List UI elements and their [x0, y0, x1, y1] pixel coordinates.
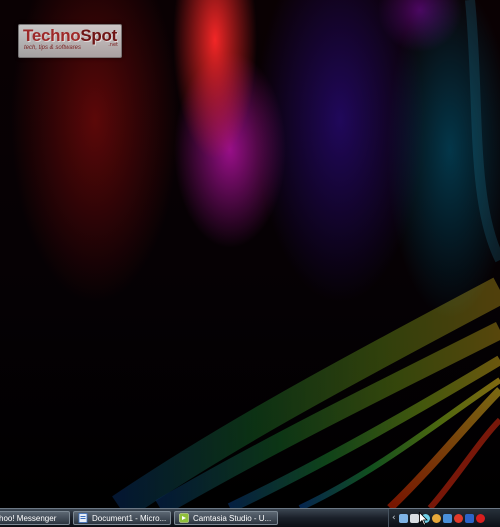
taskbar-button-camtasia[interactable]: Camtasia Studio - U...	[174, 511, 278, 525]
opera-icon[interactable]	[453, 513, 463, 523]
tray-expand-chevron-icon[interactable]: ‹	[392, 513, 396, 523]
volume-icon[interactable]	[409, 513, 419, 523]
watermark-net: .net	[108, 42, 118, 48]
desktop-wallpaper: TechnoSpot .net tech, tips & softwares	[0, 0, 500, 508]
taskbar-button-label: Camtasia Studio - U...	[193, 513, 272, 523]
display-icon[interactable]	[464, 513, 474, 523]
shield-icon[interactable]	[442, 513, 452, 523]
network-icon[interactable]	[398, 513, 408, 523]
taskbar-button-label: Document1 - Micro...	[92, 513, 167, 523]
taskbar-button-label: hoo! Messenger	[0, 513, 57, 523]
technospot-watermark: TechnoSpot .net tech, tips & softwares	[18, 24, 122, 58]
taskbar-button-document1[interactable]: Document1 - Micro...	[73, 511, 171, 525]
word-document-icon	[78, 513, 88, 523]
power-icon[interactable]	[475, 513, 485, 523]
system-tray: ‹	[388, 509, 500, 527]
taskbar-button-messenger[interactable]: hoo! Messenger	[0, 511, 70, 525]
wallpaper-streaks	[112, 0, 500, 508]
camtasia-icon	[179, 513, 189, 523]
globe-icon[interactable]	[431, 513, 441, 523]
watermark-title: TechnoSpot	[23, 26, 117, 45]
mouse-cursor-icon	[419, 512, 428, 526]
watermark-tagline: tech, tips & softwares	[24, 45, 82, 51]
